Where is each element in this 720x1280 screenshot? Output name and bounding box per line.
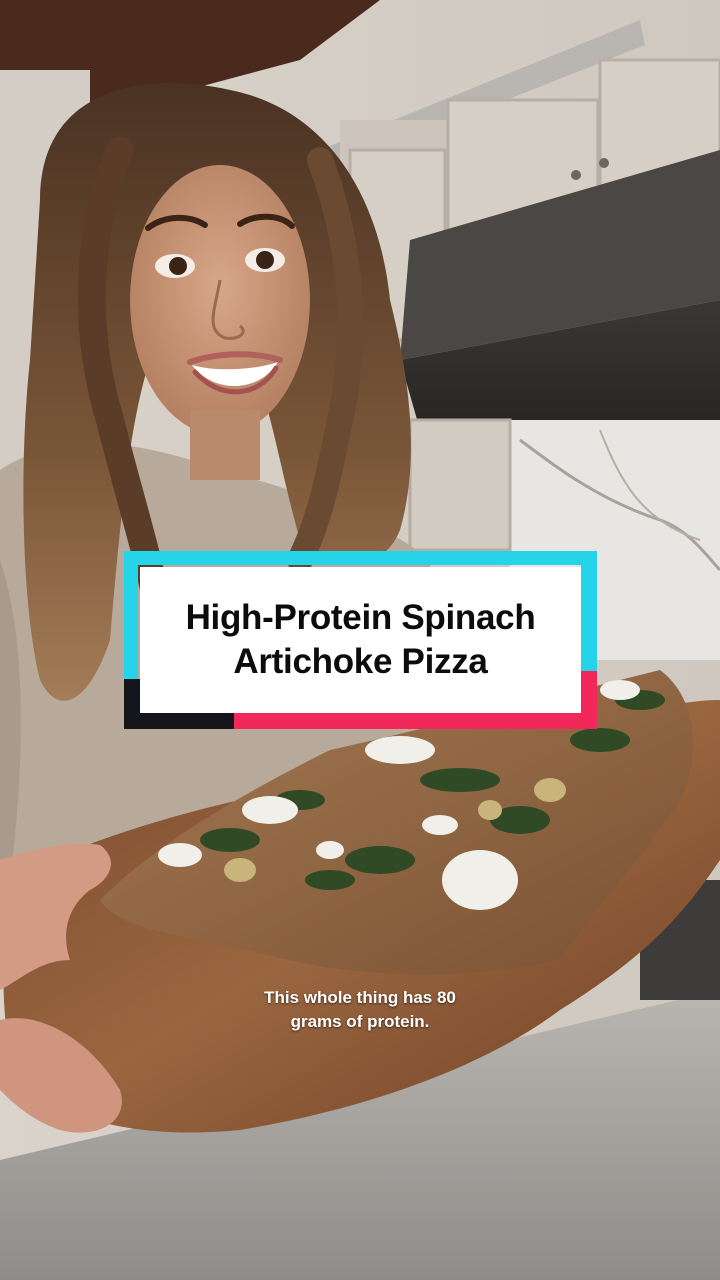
video-caption-line-1: This whole thing has 80 <box>264 988 456 1007</box>
title-card-accent-cyan-right <box>581 551 597 679</box>
video-title-line-1: High-Protein Spinach <box>185 598 536 637</box>
title-card-body: High-Protein Spinach Artichoke Pizza <box>140 567 581 713</box>
video-caption: This whole thing has 80 grams of protein… <box>0 986 720 1034</box>
title-card-accent-pink-right <box>581 671 597 729</box>
video-frame: High-Protein Spinach Artichoke Pizza Thi… <box>0 0 720 1280</box>
title-card-accent-cyan-top <box>124 551 597 565</box>
video-caption-line-2: grams of protein. <box>290 1012 430 1031</box>
video-title: High-Protein Spinach Artichoke Pizza <box>186 596 536 684</box>
video-title-card: High-Protein Spinach Artichoke Pizza <box>124 551 597 729</box>
title-card-accent-cyan-left <box>124 551 138 679</box>
video-title-line-2: Artichoke Pizza <box>233 642 488 681</box>
